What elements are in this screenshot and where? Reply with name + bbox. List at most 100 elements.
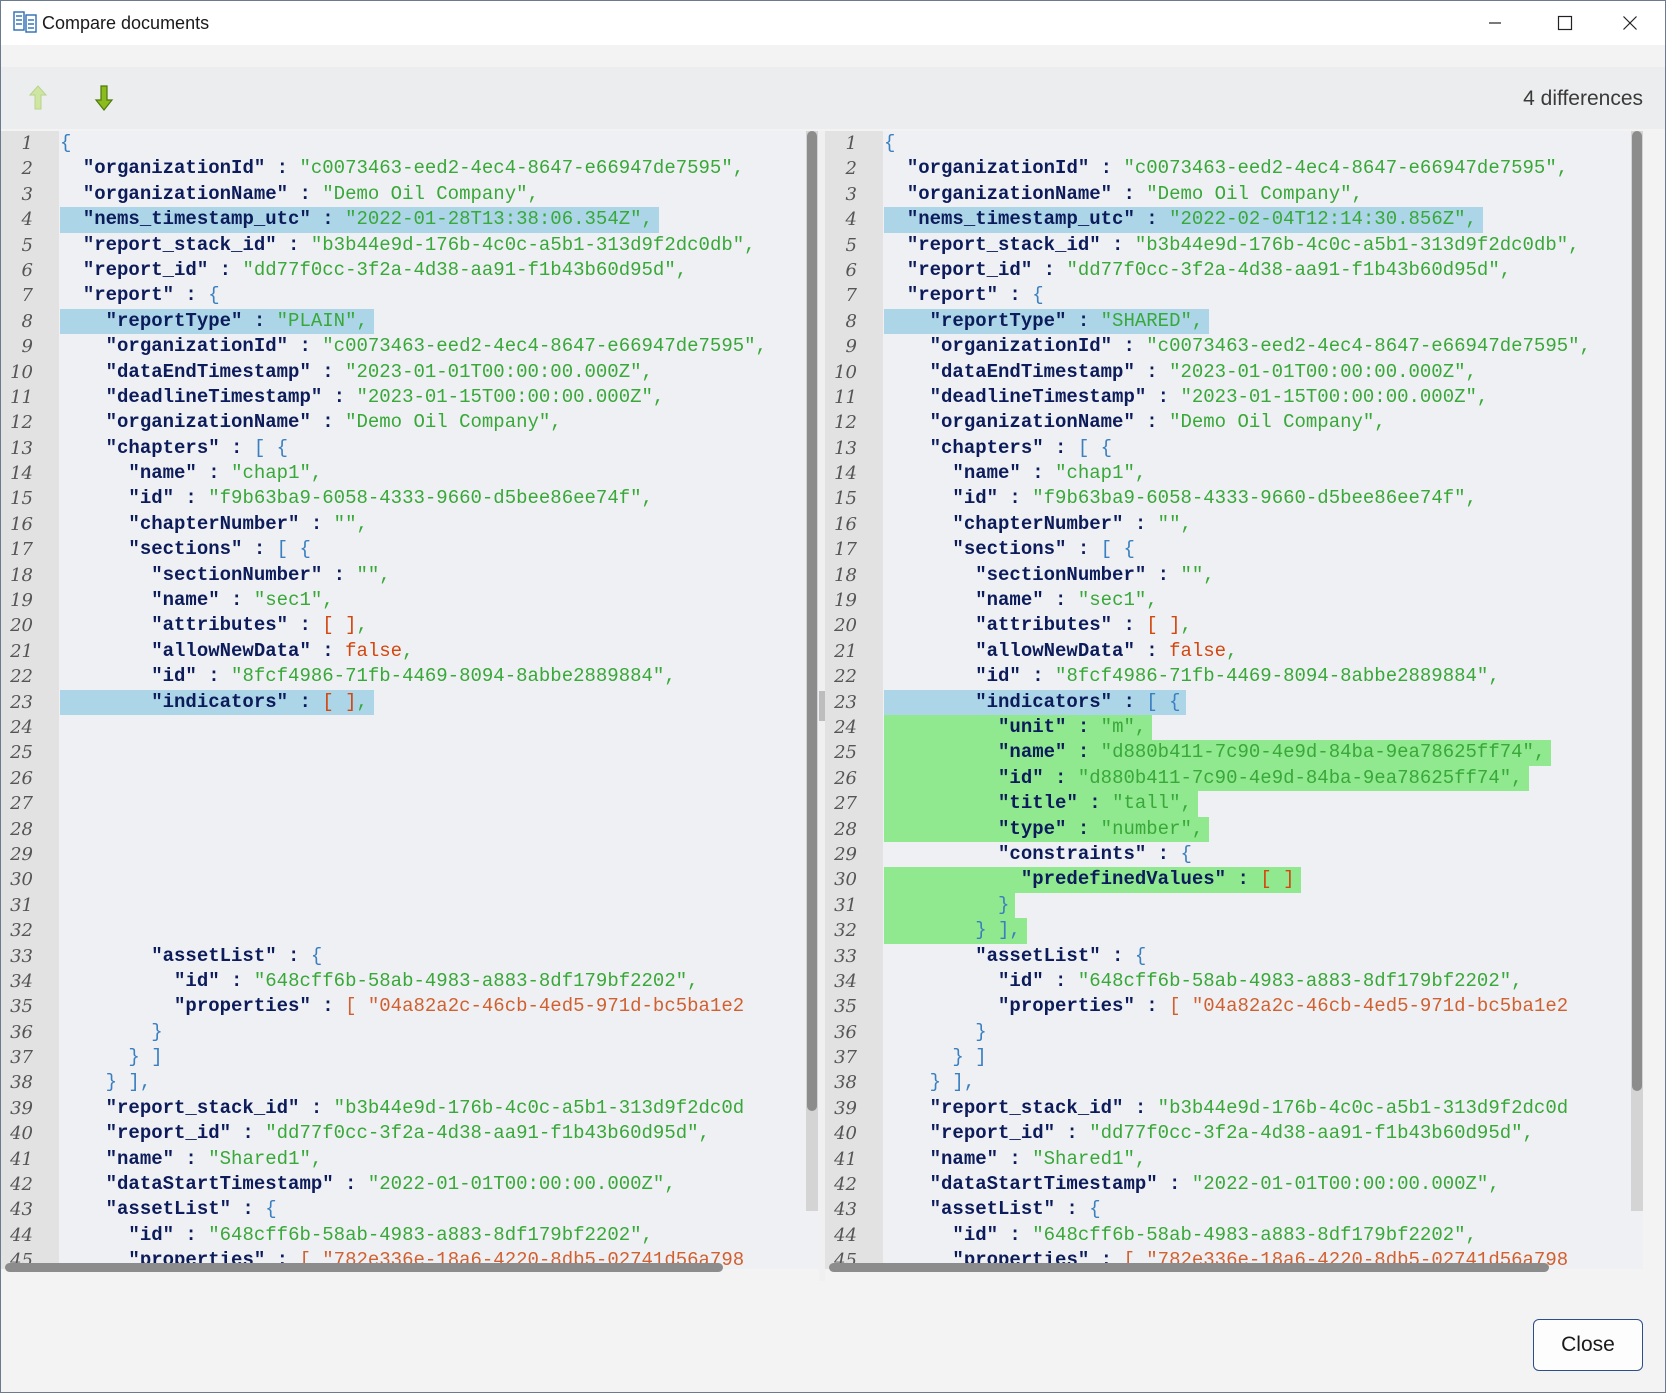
code-text: "id" : "648cff6b-58ab-4983-a883-8df179bf… xyxy=(884,969,1529,994)
close-window-button[interactable] xyxy=(1595,1,1665,45)
code-token: , xyxy=(1465,487,1477,510)
left-document-pane[interactable]: 1{2 "organizationId" : "c0073463-eed2-4e… xyxy=(1,131,819,1269)
code-text: "report_id" : "dd77f0cc-3f2a-4d38-aa91-f… xyxy=(884,258,1517,283)
code-line: 40 "report_id" : "dd77f0cc-3f2a-4d38-aa9… xyxy=(1,1121,819,1146)
code-text: "name" : "sec1", xyxy=(884,588,1164,613)
code-line: 28 "type" : "number", xyxy=(825,816,1643,842)
maximize-button[interactable] xyxy=(1530,1,1600,45)
code-token: : xyxy=(174,1223,209,1246)
code-token: "id" xyxy=(128,487,175,510)
code-token: "properties" xyxy=(998,995,1135,1018)
line-number: 4 xyxy=(21,209,33,231)
code-token: "c0073463-eed2-4ec4-8647-e66947de7595" xyxy=(299,157,733,180)
code-token: "d880b411-7c90-4e9d-84ba-9ea78625ff74" xyxy=(1077,766,1512,789)
code-line: 36 } xyxy=(825,1020,1643,1045)
code-token: [ { xyxy=(1100,538,1135,561)
code-line: 37 } ] xyxy=(825,1045,1643,1070)
code-token: : xyxy=(1066,817,1101,840)
code-line: 40 "report_id" : "dd77f0cc-3f2a-4d38-aa9… xyxy=(825,1121,1643,1146)
code-token: "dataEndTimestamp" xyxy=(105,360,311,383)
code-text: } ], xyxy=(60,1070,157,1095)
code-token: "2023-01-01T00:00:00.000Z" xyxy=(1169,360,1466,383)
line-number: 3 xyxy=(845,183,857,205)
code-token: : xyxy=(1112,182,1147,205)
line-number: 8 xyxy=(845,310,857,332)
code-line: 21 "allowNewData" : false, xyxy=(825,639,1643,664)
code-token: , xyxy=(732,157,745,180)
right-horizontal-scrollbar[interactable] xyxy=(825,1261,1631,1273)
scrollbar-thumb[interactable] xyxy=(829,1263,1549,1272)
scrollbar-thumb[interactable] xyxy=(807,131,817,1111)
compare-documents-icon xyxy=(13,10,37,34)
line-number: 26 xyxy=(10,767,33,789)
code-token: , xyxy=(1134,462,1147,485)
code-text: "id" : "f9b63ba9-6058-4333-9660-d5bee86e… xyxy=(60,486,659,511)
code-token: "2022-02-04T12:14:30.856Z" xyxy=(1169,208,1466,231)
code-token: , xyxy=(1465,208,1477,231)
code-line: 25 "name" : "d880b411-7c90-4e9d-84ba-9ea… xyxy=(825,740,1643,766)
window-title: Compare documents xyxy=(42,13,210,33)
line-number: 6 xyxy=(845,259,857,281)
left-horizontal-scrollbar[interactable] xyxy=(1,1261,807,1273)
code-token: "f9b63ba9-6058-4333-9660-d5bee86ee74f" xyxy=(1032,487,1466,510)
left-vertical-scrollbar[interactable] xyxy=(806,131,818,1211)
scrollbar-thumb[interactable] xyxy=(5,1263,723,1272)
code-line: 35 "properties" : [ "04a82a2c-46cb-4ed5-… xyxy=(1,994,819,1019)
code-text: "organizationId" : "c0073463-eed2-4ec4-8… xyxy=(884,334,1597,359)
line-number: 25 xyxy=(10,742,33,764)
compare-documents-window: Compare documents 4 differences 1{2 "org… xyxy=(0,0,1666,1393)
code-token: "dd77f0cc-3f2a-4d38-aa91-f1b43b60d95d" xyxy=(1066,258,1500,281)
previous-difference-button[interactable] xyxy=(21,81,55,115)
code-line: 6 "report_id" : "dd77f0cc-3f2a-4d38-aa91… xyxy=(1,258,819,283)
code-token: "sectionNumber" xyxy=(151,563,323,586)
code-token: "c0073463-eed2-4ec4-8647-e66947de7595" xyxy=(322,335,756,358)
code-token: "report_stack_id" xyxy=(906,233,1101,256)
diff-highlighted-code: "indicators" : [ { xyxy=(884,689,1187,715)
code-token: : xyxy=(174,284,209,307)
line-number: 34 xyxy=(10,970,33,992)
line-number: 17 xyxy=(10,539,33,561)
close-button[interactable]: Close xyxy=(1533,1319,1643,1371)
code-token: "reportType" xyxy=(929,309,1067,332)
diff-highlighted-code: } xyxy=(884,892,1016,919)
next-difference-button[interactable] xyxy=(87,81,121,115)
code-text: "name" : "Shared1", xyxy=(60,1147,328,1172)
diff-highlighted-code: "predefinedValues" : [ ] xyxy=(884,867,1301,893)
code-token: { xyxy=(1032,284,1044,307)
code-token: , xyxy=(1226,639,1238,662)
line-number: 11 xyxy=(834,386,857,408)
code-token: "id" xyxy=(151,665,197,688)
code-token: : xyxy=(322,563,357,586)
code-token: : xyxy=(1043,436,1078,459)
code-token: } ], xyxy=(929,1071,976,1094)
line-number: 9 xyxy=(845,336,857,358)
right-vertical-scrollbar[interactable] xyxy=(1631,131,1643,1211)
code-token: , xyxy=(641,1223,653,1246)
code-token: , xyxy=(1191,309,1204,332)
code-token: "2022-01-01T00:00:00.000Z" xyxy=(367,1173,665,1196)
code-token: : xyxy=(299,512,334,535)
scrollbar-thumb[interactable] xyxy=(1632,131,1642,1091)
code-token: "organizationId" xyxy=(82,157,266,180)
code-token: "" xyxy=(1157,512,1181,535)
code-token: "Demo Oil Company" xyxy=(1169,411,1375,434)
code-text: "sections" : [ { xyxy=(60,537,317,562)
minimize-button[interactable] xyxy=(1460,1,1530,45)
right-document-pane[interactable]: 1{2 "organizationId" : "c0073463-eed2-4e… xyxy=(825,131,1643,1269)
code-text: "report_id" : "dd77f0cc-3f2a-4d38-aa91-f… xyxy=(884,1121,1540,1146)
